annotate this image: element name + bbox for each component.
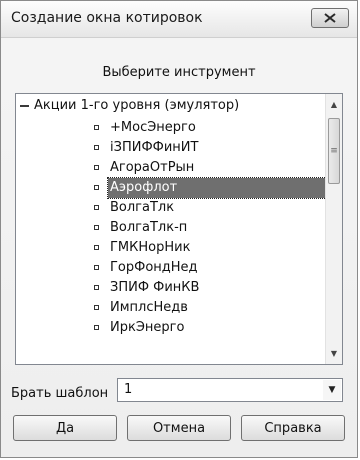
bullet-icon [94,145,99,150]
list-item-label: ГорФондНед [110,260,198,275]
bullet-icon [94,185,99,190]
list-item-label: +МосЭнерго [110,120,196,135]
list-item[interactable]: +МосЭнерго [16,118,326,138]
list-scrollbar[interactable]: ▲ ≡ ▼ [325,94,342,364]
list-item-label: ИркЭнерго [110,320,185,335]
bullet-icon [94,245,99,250]
collapse-icon[interactable] [20,104,29,107]
close-icon [324,13,336,23]
list-item[interactable]: ИркЭнерго [16,318,326,338]
template-label: Брать шаблон [11,386,109,401]
cancel-button[interactable]: Отмена [127,415,231,441]
list-item-label: ИмплсНедв [110,300,188,315]
list-item[interactable]: ВолгаТлк [16,198,326,218]
list-item[interactable]: ВолгаТлк-п [16,218,326,238]
template-select[interactable]: 1 ▼ [117,378,343,402]
quote-window-dialog: Создание окна котировок Выберите инструм… [0,0,358,458]
scrollbar-thumb[interactable]: ≡ [328,118,340,184]
list-item[interactable]: ЗПИФ ФинКВ [16,278,326,298]
bullet-icon [94,325,99,330]
bullet-icon [94,305,99,310]
list-item[interactable]: ГорФондНед [16,258,326,278]
list-item[interactable]: АгораОтРын [16,158,326,178]
bullet-icon [94,165,99,170]
list-item[interactable]: Аэрофлот [16,177,333,199]
close-button[interactable] [311,8,349,28]
tree-root-label: Акции 1-го уровня (эмулятор) [34,98,240,113]
arrow-up-icon[interactable]: ▲ [326,96,342,113]
instrument-list[interactable]: Акции 1-го уровня (эмулятор) +МосЭнерго i… [15,93,343,365]
instrument-items: +МосЭнерго iЗПИФФинИТ АгораОтРын Аэрофлот Во… [16,118,333,338]
chevron-down-icon[interactable]: ▼ [323,380,341,400]
list-item-label: ЗПИФ ФинКВ [110,280,200,295]
instrument-prompt: Выберите инструмент [102,65,256,80]
list-item-label: ГМКНорНик [110,240,191,255]
arrow-down-icon[interactable]: ▼ [326,345,342,362]
title-bar[interactable]: Создание окна котировок [1,1,357,38]
list-item-label: АгораОтРын [110,160,195,175]
dialog-title: Создание окна котировок [11,10,203,26]
tree-root-node[interactable]: Акции 1-го уровня (эмулятор) [20,98,239,113]
bullet-icon [94,205,99,210]
list-item[interactable]: ГМКНорНик [16,238,326,258]
bullet-icon [94,285,99,290]
help-button[interactable]: Справка [241,415,345,441]
bullet-icon [94,265,99,270]
list-item[interactable]: ИмплсНедв [16,298,326,318]
list-item-label: Аэрофлот [107,177,333,199]
bullet-icon [94,125,99,130]
list-item-label: ВолгаТлк-п [110,220,188,235]
ok-button[interactable]: Да [13,415,117,441]
list-item[interactable]: iЗПИФФинИТ [16,138,326,158]
template-value: 1 [124,382,133,397]
list-item-label: iЗПИФФинИТ [110,140,199,155]
list-item-label: ВолгаТлк [110,200,175,215]
bullet-icon [94,225,99,230]
